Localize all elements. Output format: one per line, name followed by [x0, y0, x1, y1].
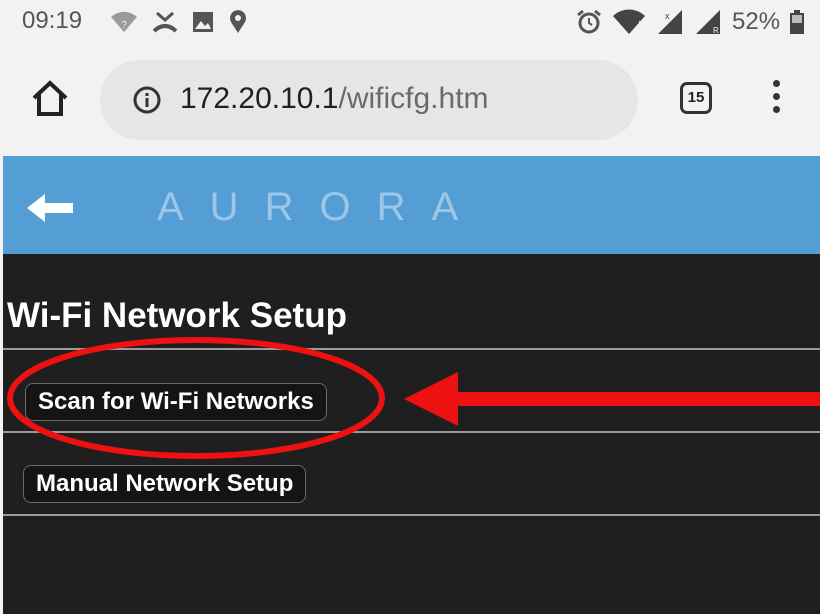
- notification-icons: ?: [110, 10, 248, 34]
- battery-icon: [790, 10, 805, 34]
- status-bar: 09:19 ? x R 52%: [0, 0, 820, 44]
- home-icon[interactable]: [30, 78, 70, 118]
- cell-signal-icon: x: [658, 10, 682, 34]
- scan-networks-button[interactable]: Scan for Wi-Fi Networks: [25, 383, 327, 421]
- svg-text:AURORA: AURORA: [157, 185, 483, 229]
- page-title: Wi-Fi Network Setup: [7, 296, 347, 335]
- page-header: AURORA: [3, 156, 820, 254]
- image-icon: [193, 12, 213, 32]
- battery-percent: 52%: [732, 8, 781, 35]
- overflow-menu-icon[interactable]: [766, 80, 786, 120]
- url-text[interactable]: 172.20.10.1/wificfg.htm: [180, 82, 489, 116]
- wifi-alert-icon: [613, 9, 645, 34]
- svg-text:x: x: [665, 11, 670, 21]
- url-host: 172.20.10.1: [180, 82, 339, 115]
- alarm-clock-icon: [577, 9, 601, 34]
- manual-setup-button[interactable]: Manual Network Setup: [23, 465, 307, 503]
- divider: [3, 348, 820, 350]
- divider: [3, 514, 820, 516]
- divider: [3, 431, 820, 433]
- wifi-question-icon: ?: [111, 11, 137, 32]
- back-arrow-icon[interactable]: [25, 192, 75, 224]
- tab-count: 15: [687, 89, 705, 106]
- missed-call-icon: [152, 11, 178, 33]
- tab-switcher-button[interactable]: 15: [680, 82, 712, 114]
- web-page: AURORA Wi-Fi Network Setup Scan for Wi-F…: [3, 156, 820, 614]
- aurora-logo: AURORA: [157, 185, 483, 229]
- url-bar[interactable]: 172.20.10.1/wificfg.htm: [100, 60, 638, 140]
- svg-text:R: R: [713, 26, 719, 35]
- url-path: /wificfg.htm: [338, 82, 489, 115]
- system-icons: x R 52%: [576, 8, 805, 36]
- location-pin-icon: [230, 10, 246, 33]
- svg-text:?: ?: [121, 20, 127, 31]
- browser-toolbar: 172.20.10.1/wificfg.htm 15: [0, 56, 820, 144]
- status-time: 09:19: [22, 7, 83, 34]
- info-icon[interactable]: [132, 85, 162, 115]
- cell-signal-roaming-icon: R: [696, 10, 720, 35]
